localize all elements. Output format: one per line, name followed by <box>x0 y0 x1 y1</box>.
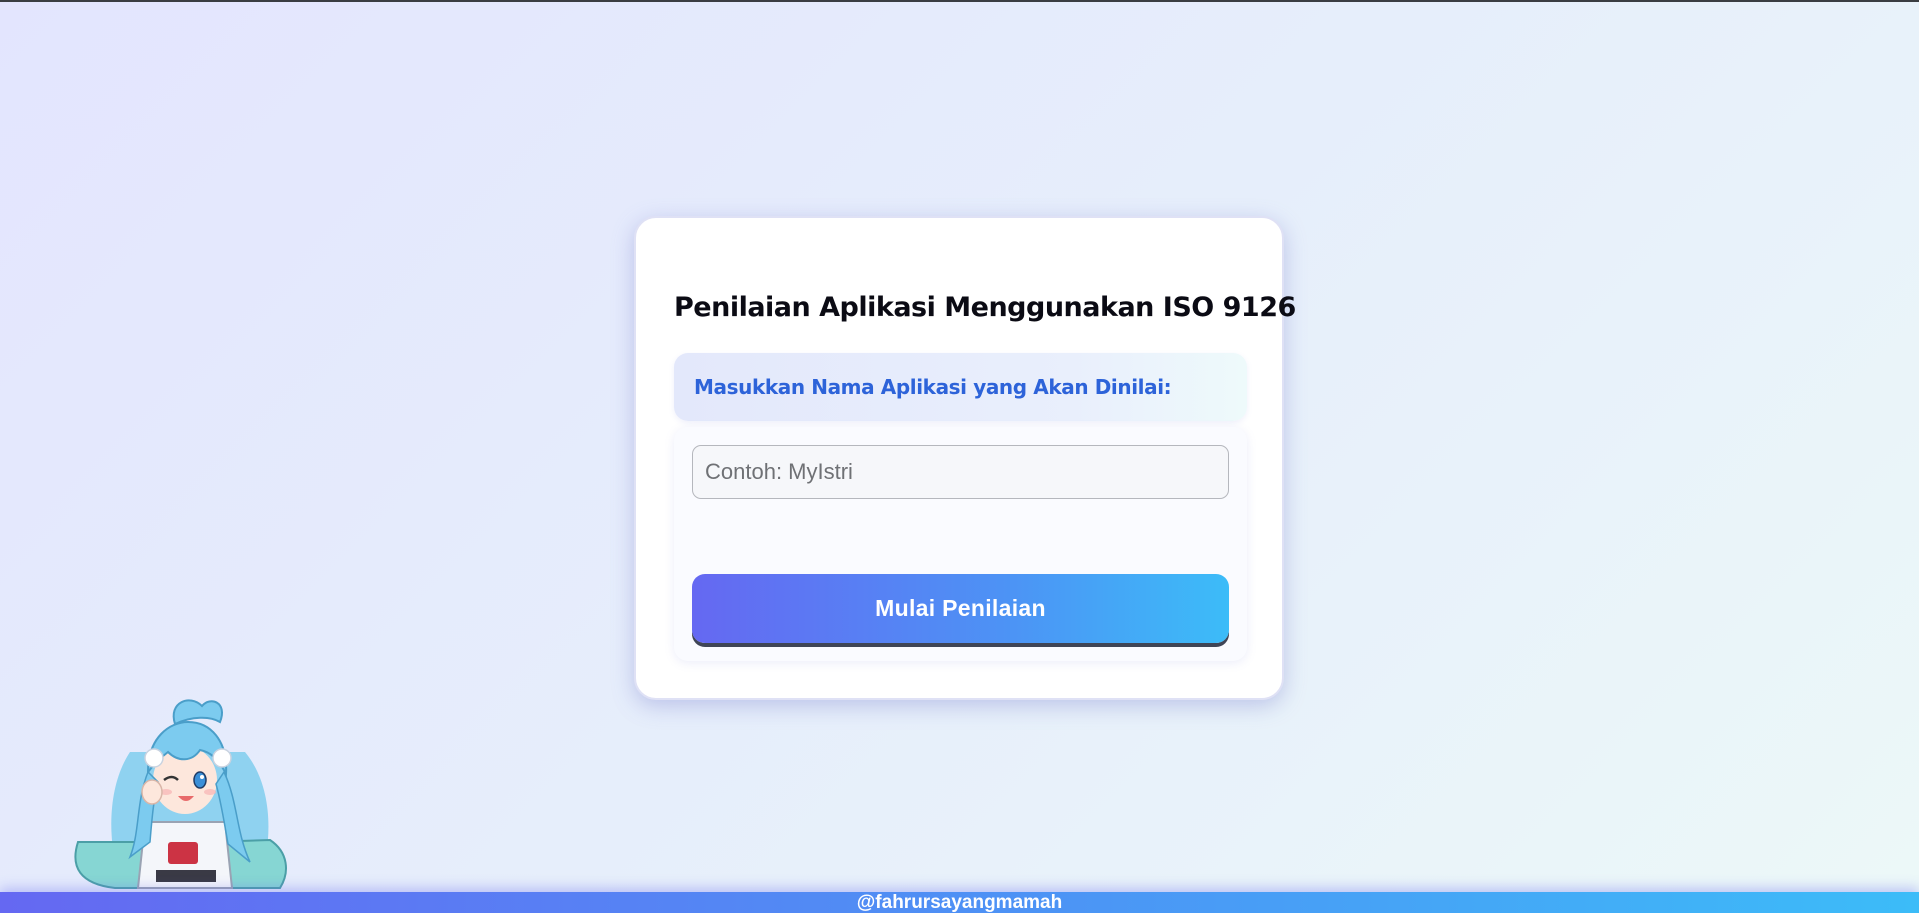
footer-credit: @fahrursayangmamah <box>856 892 1063 913</box>
mascot-ribbon-left <box>144 748 164 768</box>
mascot-hand <box>141 779 163 805</box>
mascot-belt <box>156 870 216 882</box>
mascot-ribbon-right <box>212 748 232 768</box>
anime-character-icon <box>74 699 287 889</box>
footer-bar: @fahrursayangmamah <box>0 892 1919 913</box>
app-name-input[interactable] <box>692 445 1229 499</box>
input-label-box: Masukkan Nama Aplikasi yang Akan Dinilai… <box>674 353 1247 421</box>
start-assessment-button[interactable]: Mulai Penilaian <box>692 574 1229 643</box>
page-title: Penilaian Aplikasi Menggunakan ISO 9126 <box>674 292 1296 323</box>
top-border-line <box>0 0 1919 2</box>
mascot-blush-right <box>204 789 216 795</box>
form-panel: Mulai Penilaian <box>674 427 1247 661</box>
mascot-eye-highlight <box>200 775 204 779</box>
mascot-red-accessory <box>168 842 198 864</box>
mascot-open-eye <box>193 771 207 789</box>
app-name-label: Masukkan Nama Aplikasi yang Akan Dinilai… <box>694 375 1172 399</box>
mascot-hair-bun <box>172 699 223 726</box>
assessment-card: Penilaian Aplikasi Menggunakan ISO 9126 … <box>634 216 1296 700</box>
